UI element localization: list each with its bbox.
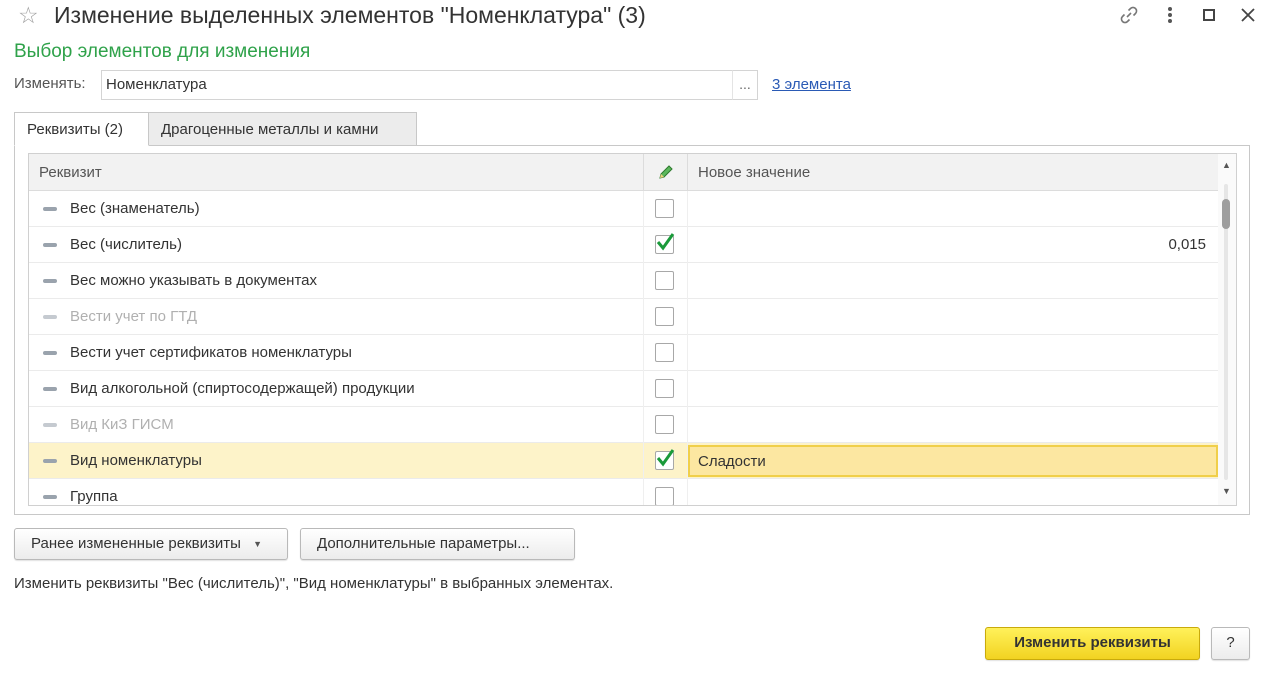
star-icon[interactable]: ☆ <box>18 2 39 28</box>
title-bar: ☆ Изменение выделенных элементов "Номенк… <box>0 0 1267 32</box>
new-value-cell[interactable] <box>689 191 1218 227</box>
new-value-cell[interactable] <box>689 263 1218 299</box>
cell-divider <box>687 407 688 443</box>
change-checkbox[interactable] <box>655 415 674 434</box>
scroll-up-icon[interactable]: ▲ <box>1222 160 1231 170</box>
new-value-input[interactable]: Сладости <box>688 445 1218 477</box>
table-row[interactable]: Вес (числитель) 0,015 <box>29 227 1218 263</box>
help-button[interactable]: ? <box>1211 627 1250 660</box>
grid-header: Реквизит Новое значение <box>29 154 1218 191</box>
apply-button[interactable]: Изменить реквизиты <box>985 627 1200 660</box>
tab-precious-metals[interactable]: Драгоценные металлы и камни <box>149 112 417 146</box>
minus-icon <box>43 315 57 319</box>
minus-icon <box>43 387 57 391</box>
check-icon <box>656 449 675 467</box>
minus-icon <box>43 351 57 355</box>
table-row[interactable]: Вид номенклатуры Сладости <box>29 443 1218 479</box>
change-checkbox[interactable] <box>655 199 674 218</box>
change-checkbox[interactable] <box>655 271 674 290</box>
section-title: Выбор элементов для изменения <box>14 41 311 62</box>
cell-divider <box>687 191 688 227</box>
cell-divider <box>643 335 644 371</box>
attribute-name: Вес можно указывать в документах <box>70 272 317 289</box>
new-value-cell[interactable] <box>689 299 1218 335</box>
cell-divider <box>643 227 644 263</box>
column-header-new-value[interactable]: Новое значение <box>688 154 1218 191</box>
attribute-name: Вид номенклатуры <box>70 452 202 469</box>
minus-icon <box>43 279 57 283</box>
link-icon[interactable] <box>1116 3 1142 27</box>
attribute-name: Вести учет сертификатов номенклатуры <box>70 344 352 361</box>
elements-link[interactable]: 3 элемента <box>772 76 851 93</box>
attribute-name: Группа <box>70 488 118 505</box>
new-value-cell[interactable] <box>689 479 1218 505</box>
change-checkbox[interactable] <box>655 343 674 362</box>
table-row[interactable]: Вес (знаменатель) <box>29 191 1218 227</box>
cell-divider <box>643 407 644 443</box>
cell-divider <box>687 299 688 335</box>
new-value-cell[interactable] <box>689 371 1218 407</box>
cell-divider <box>687 371 688 407</box>
minus-icon <box>43 243 57 247</box>
table-row[interactable]: Вес можно указывать в документах <box>29 263 1218 299</box>
status-text: Изменить реквизиты "Вес (числитель)", "В… <box>14 575 614 592</box>
check-icon <box>656 233 675 251</box>
previously-changed-label: Ранее измененные реквизиты <box>31 535 241 552</box>
cell-divider <box>687 263 688 299</box>
attribute-name: Вид КиЗ ГИСМ <box>70 416 174 433</box>
new-value-cell[interactable] <box>689 407 1218 443</box>
new-value-cell[interactable] <box>689 335 1218 371</box>
change-input[interactable]: Номенклатура <box>101 70 733 100</box>
table-row[interactable]: Вид КиЗ ГИСМ <box>29 407 1218 443</box>
table-row[interactable]: Вести учет сертификатов номенклатуры <box>29 335 1218 371</box>
minus-icon <box>43 459 57 463</box>
attribute-name: Вес (знаменатель) <box>70 200 200 217</box>
select-button[interactable]: ... <box>732 70 758 100</box>
cell-divider <box>643 443 644 479</box>
vertical-scrollbar[interactable]: ▲ ▼ <box>1218 154 1236 505</box>
minus-icon <box>43 207 57 211</box>
cell-divider <box>687 227 688 263</box>
pencil-icon <box>659 165 673 179</box>
table-row[interactable]: Вести учет по ГТД <box>29 299 1218 335</box>
tab-attributes[interactable]: Реквизиты (2) <box>14 112 149 146</box>
minus-icon <box>43 423 57 427</box>
change-checkbox[interactable] <box>655 487 674 505</box>
caret-down-icon: ▼ <box>253 539 262 550</box>
close-icon[interactable] <box>1235 3 1261 27</box>
cell-divider <box>687 335 688 371</box>
scroll-thumb[interactable] <box>1222 199 1230 229</box>
more-icon[interactable] <box>1157 3 1183 27</box>
change-label: Изменять: <box>14 75 86 92</box>
cell-divider <box>643 191 644 227</box>
column-header-attribute[interactable]: Реквизит <box>29 154 643 191</box>
window-title: Изменение выделенных элементов "Номенкла… <box>54 2 646 28</box>
new-value-cell[interactable]: 0,015 <box>689 227 1218 263</box>
minus-icon <box>43 495 57 499</box>
change-row: Изменять: Номенклатура ... 3 элемента <box>14 70 914 100</box>
cell-divider <box>643 479 644 505</box>
change-checkbox[interactable] <box>655 307 674 326</box>
table-row[interactable]: Группа <box>29 479 1218 505</box>
attributes-grid: Реквизит Новое значение Вес (знаменатель… <box>28 153 1237 506</box>
table-row[interactable]: Вид алкогольной (спиртосодержащей) проду… <box>29 371 1218 407</box>
attribute-name: Вес (числитель) <box>70 236 182 253</box>
attribute-name: Вести учет по ГТД <box>70 308 198 325</box>
maximize-icon[interactable] <box>1196 3 1222 27</box>
previously-changed-button[interactable]: Ранее измененные реквизиты ▼ <box>14 528 288 560</box>
scroll-down-icon[interactable]: ▼ <box>1222 486 1231 496</box>
cell-divider <box>643 371 644 407</box>
attribute-name: Вид алкогольной (спиртосодержащей) проду… <box>70 380 415 397</box>
additional-params-button[interactable]: Дополнительные параметры... <box>300 528 575 560</box>
cell-divider <box>643 263 644 299</box>
change-checkbox[interactable] <box>655 379 674 398</box>
cell-divider <box>643 299 644 335</box>
cell-divider <box>687 479 688 505</box>
column-header-edit[interactable] <box>644 154 688 191</box>
